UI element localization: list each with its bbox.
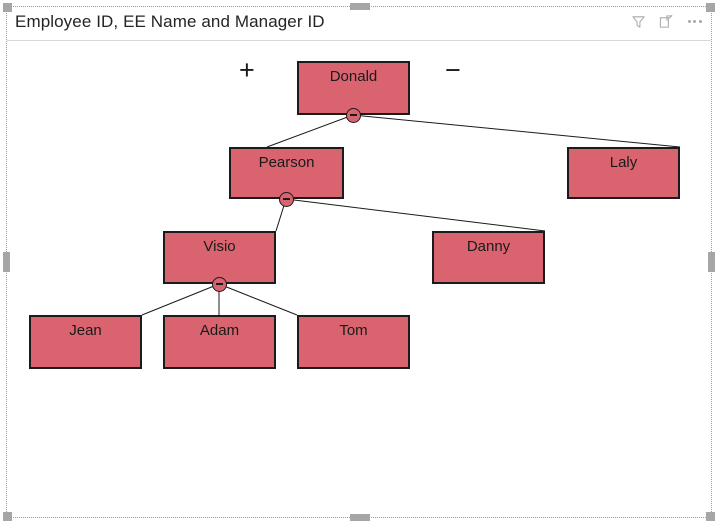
connector-pearson-to-danny — [285, 198, 546, 232]
org-node-label: Jean — [69, 322, 102, 339]
focus-mode-icon[interactable] — [658, 13, 675, 30]
org-node-tom[interactable]: Tom — [297, 315, 410, 369]
org-node-donald[interactable]: Donald — [297, 61, 410, 115]
resize-handle-bottom-center[interactable] — [350, 514, 370, 521]
resize-handle-top-right[interactable] — [706, 3, 715, 12]
org-node-adam[interactable]: Adam — [163, 315, 276, 369]
zoom-in-button[interactable]: + — [239, 57, 255, 84]
org-node-label: Laly — [609, 154, 638, 171]
org-node-laly[interactable]: Laly — [567, 147, 680, 199]
visual-header: Employee ID, EE Name and Manager ID — [7, 7, 711, 41]
connector-visio-to-jean — [141, 283, 220, 316]
collapse-toggle-visio[interactable] — [212, 276, 227, 292]
org-node-label: Adam — [199, 322, 240, 339]
zoom-out-button[interactable]: − — [445, 57, 461, 84]
resize-handle-bottom-right[interactable] — [706, 512, 715, 521]
collapse-toggle-pearson[interactable] — [279, 191, 294, 207]
filter-icon[interactable] — [630, 13, 647, 30]
resize-handle-middle-right[interactable] — [708, 252, 715, 272]
org-node-jean[interactable]: Jean — [29, 315, 142, 369]
org-node-label: Donald — [329, 68, 378, 85]
more-options-icon[interactable] — [686, 13, 703, 30]
resize-handle-middle-left[interactable] — [3, 252, 10, 272]
org-chart-canvas[interactable]: + − Donald Pearson Laly Visio Danny Jean Adam T… — [7, 41, 711, 517]
visual-header-actions — [630, 13, 703, 30]
org-node-label: Danny — [466, 238, 511, 255]
resize-handle-top-center[interactable] — [350, 3, 370, 10]
org-node-label: Tom — [339, 322, 368, 339]
connector-visio-to-tom — [218, 283, 298, 316]
page-title: Employee ID, EE Name and Manager ID — [15, 12, 325, 31]
org-node-label: Visio — [203, 238, 236, 255]
org-node-label: Pearson — [258, 154, 315, 171]
connector-donald-to-pearson — [266, 114, 354, 148]
resize-handle-bottom-left[interactable] — [3, 512, 12, 521]
org-node-danny[interactable]: Danny — [432, 231, 545, 284]
resize-handle-top-left[interactable] — [3, 3, 12, 12]
org-chart-visual[interactable]: Employee ID, EE Name and Manager ID + − … — [3, 3, 715, 521]
connector-donald-to-laly — [352, 114, 681, 148]
collapse-toggle-donald[interactable] — [346, 107, 361, 123]
